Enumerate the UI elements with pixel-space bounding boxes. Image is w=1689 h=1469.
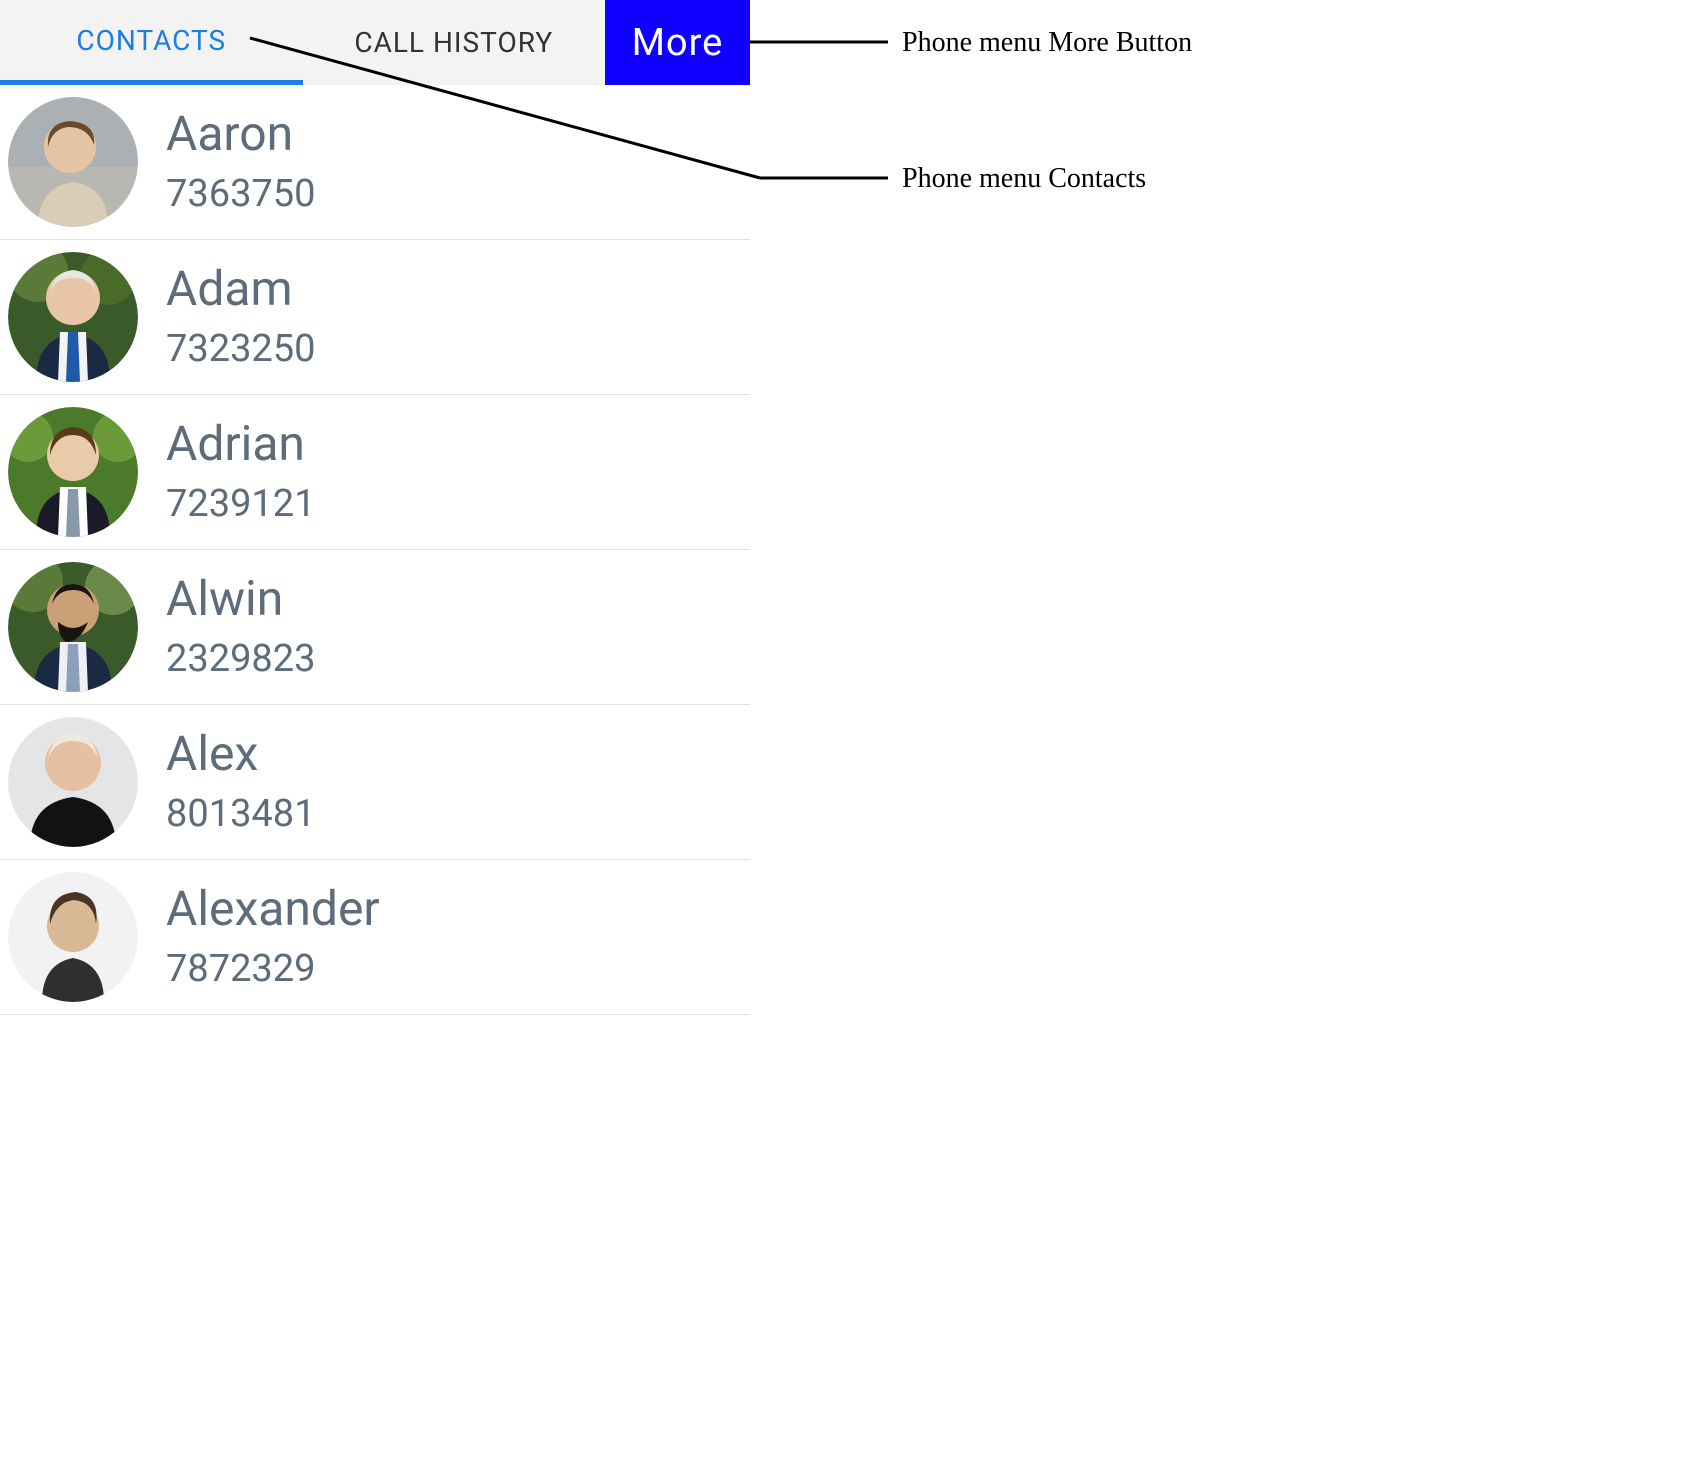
avatar bbox=[8, 562, 138, 692]
tab-more-button[interactable]: More bbox=[605, 0, 750, 85]
contact-info: Alex 8013481 bbox=[166, 728, 316, 837]
annotation-more-button: Phone menu More Button bbox=[902, 27, 1192, 59]
contact-info: Alwin 2329823 bbox=[166, 573, 316, 682]
avatar bbox=[8, 252, 138, 382]
contact-number: 7239121 bbox=[166, 482, 316, 526]
avatar bbox=[8, 717, 138, 847]
contact-name: Aaron bbox=[166, 108, 316, 161]
contact-info: Adam 7323250 bbox=[166, 263, 316, 372]
avatar bbox=[8, 872, 138, 1002]
contact-row[interactable]: Aaron 7363750 bbox=[0, 85, 750, 240]
contact-info: Aaron 7363750 bbox=[166, 108, 316, 217]
contact-row[interactable]: Alwin 2329823 bbox=[0, 550, 750, 705]
tab-call-history[interactable]: CALL HISTORY bbox=[303, 0, 606, 85]
contact-name: Alexander bbox=[166, 883, 380, 936]
contact-name: Alwin bbox=[166, 573, 316, 626]
contact-row[interactable]: Adrian 7239121 bbox=[0, 395, 750, 550]
avatar bbox=[8, 407, 138, 537]
annotation-contacts: Phone menu Contacts bbox=[902, 163, 1146, 195]
contact-name: Adrian bbox=[166, 418, 316, 471]
tab-bar: CONTACTS CALL HISTORY More bbox=[0, 0, 750, 85]
contact-row[interactable]: Alexander 7872329 bbox=[0, 860, 750, 1015]
contact-number: 8013481 bbox=[166, 792, 316, 836]
contact-number: 7872329 bbox=[166, 947, 380, 991]
contact-number: 7323250 bbox=[166, 327, 316, 371]
tab-contacts[interactable]: CONTACTS bbox=[0, 0, 303, 85]
contact-row[interactable]: Adam 7323250 bbox=[0, 240, 750, 395]
contact-info: Adrian 7239121 bbox=[166, 418, 316, 527]
contact-name: Adam bbox=[166, 263, 316, 316]
phone-ui: CONTACTS CALL HISTORY More Aaron bbox=[0, 0, 750, 1015]
contact-name: Alex bbox=[166, 728, 316, 781]
contacts-list: Aaron 7363750 bbox=[0, 85, 750, 1015]
contact-number: 7363750 bbox=[166, 172, 316, 216]
contact-info: Alexander 7872329 bbox=[166, 883, 380, 992]
contact-row[interactable]: Alex 8013481 bbox=[0, 705, 750, 860]
avatar bbox=[8, 97, 138, 227]
contact-number: 2329823 bbox=[166, 637, 316, 681]
